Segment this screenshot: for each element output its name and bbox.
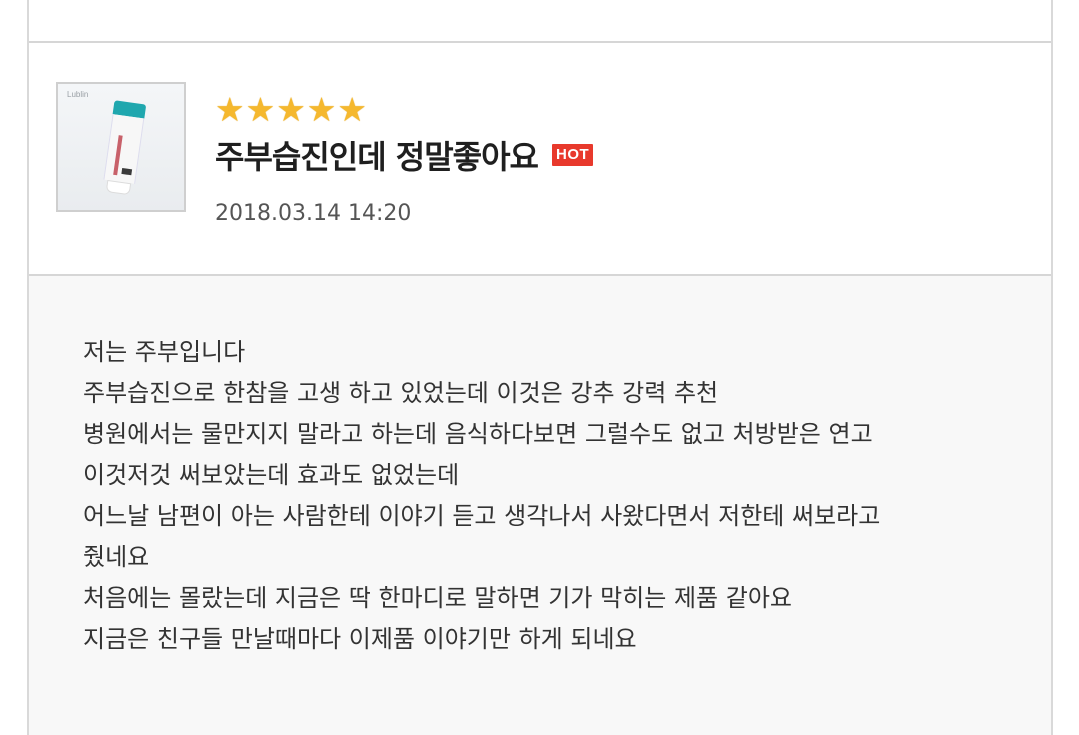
review-frame: Lublin ★ ★ ★ ★ ★ 주부습진인데 정말좋아요 HOT 2018.03.14… xyxy=(27,0,1053,735)
review-body-line: 주부습진으로 한참을 고생 하고 있었는데 이것은 강추 강력 추천 xyxy=(83,379,719,407)
review-body-line: 저는 주부입니다 xyxy=(83,338,246,366)
review-body-line: 이것저것 써보았는데 효과도 없었는데 xyxy=(83,461,460,489)
star-icon: ★ xyxy=(337,90,367,129)
product-brand-text: Lublin xyxy=(67,90,89,99)
star-icon: ★ xyxy=(306,90,337,129)
review-body-line: 처음에는 몰랐는데 지금은 딱 한마디로 말하면 기가 막히는 제품 같아요 xyxy=(83,584,792,612)
product-thumbnail[interactable]: Lublin xyxy=(56,82,186,212)
review-content: 저는 주부입니다주부습진으로 한참을 고생 하고 있었는데 이것은 강추 강력 … xyxy=(29,276,1051,735)
star-rating: ★ ★ ★ ★ ★ xyxy=(215,92,367,128)
star-icon: ★ xyxy=(276,90,306,129)
review-title-row: 주부습진인데 정말좋아요 HOT xyxy=(215,135,594,176)
hot-badge: HOT xyxy=(551,144,594,166)
star-icon: ★ xyxy=(215,90,245,129)
review-body-line: 병원에서는 물만지지 말라고 하는데 음식하다보면 그럴수도 없고 처방받은 연… xyxy=(83,420,873,448)
review-date: 2018.03.14 14:20 xyxy=(215,201,412,226)
review-body-line: 지금은 친구들 만날때마다 이제품 이야기만 하게 되네요 xyxy=(83,625,637,653)
review-body: 저는 주부입니다주부습진으로 한참을 고생 하고 있었는데 이것은 강추 강력 … xyxy=(83,332,1013,660)
review-header: Lublin ★ ★ ★ ★ ★ 주부습진인데 정말좋아요 HOT 2018.03.14… xyxy=(29,43,1051,276)
review-title: 주부습진인데 정말좋아요 xyxy=(215,138,539,176)
review-body-line: 줬네요 xyxy=(83,543,150,571)
previous-section xyxy=(29,0,1051,43)
product-tube-icon xyxy=(102,100,147,196)
star-icon: ★ xyxy=(245,90,276,129)
review-body-line: 어느날 남편이 아는 사람한테 이야기 듣고 생각나서 사왔다면서 저한테 써보… xyxy=(83,502,881,530)
